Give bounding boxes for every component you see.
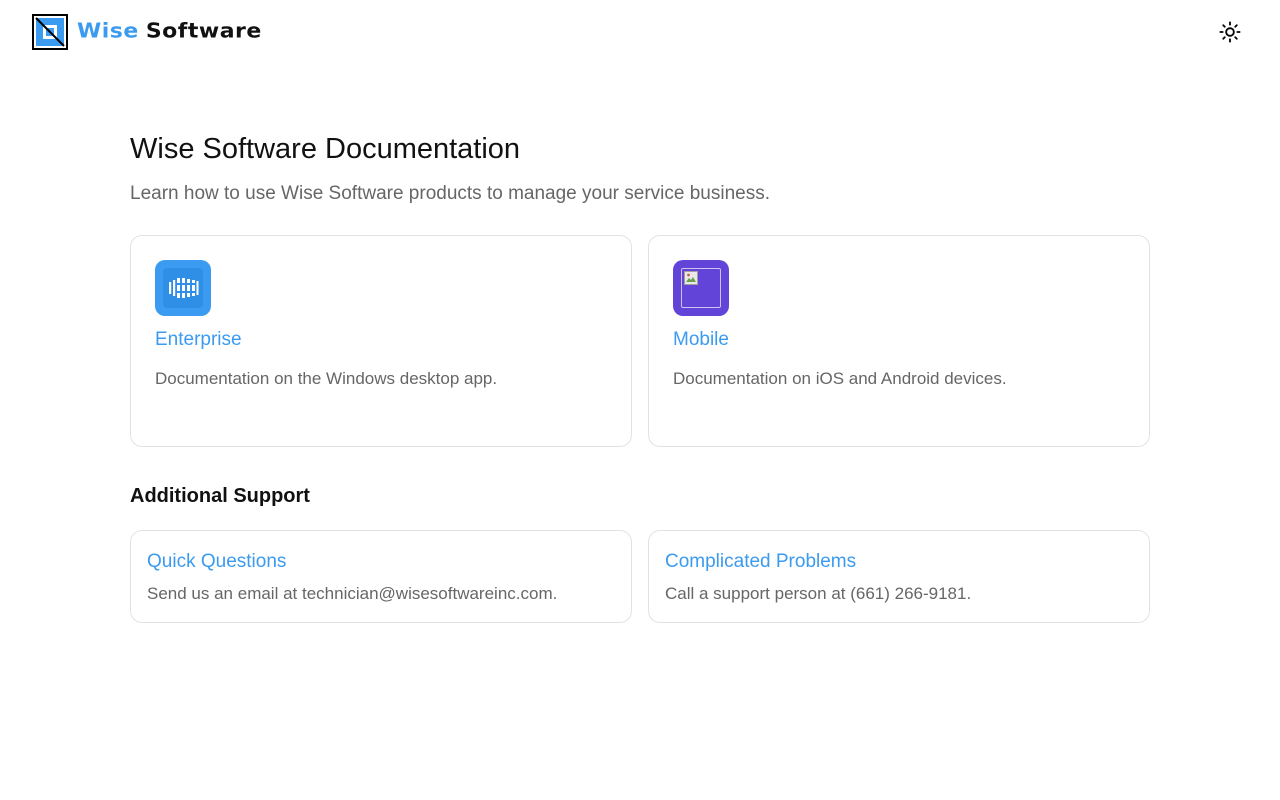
brand-name: Wise Software bbox=[77, 15, 262, 48]
quick-questions-description: Send us an email at technician@wisesoftw… bbox=[147, 584, 558, 603]
enterprise-description: Documentation on the Windows desktop app… bbox=[155, 369, 498, 388]
enterprise-app-icon bbox=[163, 268, 203, 308]
broken-image-glyph-icon bbox=[684, 271, 698, 285]
enterprise-icon-tile bbox=[155, 260, 211, 316]
brand-software: Software bbox=[145, 20, 262, 44]
page-subtitle: Learn how to use Wise Software products … bbox=[130, 183, 770, 204]
mobile-icon-tile bbox=[673, 260, 729, 316]
broken-image-icon bbox=[681, 268, 721, 308]
theme-toggle-button[interactable] bbox=[1216, 18, 1244, 46]
quick-questions-title[interactable]: Quick Questions bbox=[147, 550, 286, 574]
mobile-card[interactable]: Mobile Documentation on iOS and Android … bbox=[648, 235, 1150, 447]
site-header: Wise Software bbox=[0, 0, 1280, 64]
sun-icon bbox=[1219, 21, 1241, 43]
quick-questions-card: Quick Questions Send us an email at tech… bbox=[130, 530, 632, 623]
brand-home-link[interactable]: Wise Software bbox=[32, 14, 262, 50]
mobile-title: Mobile bbox=[673, 329, 729, 350]
complicated-problems-title[interactable]: Complicated Problems bbox=[665, 550, 856, 574]
complicated-problems-description: Call a support person at (661) 266-9181. bbox=[665, 584, 972, 603]
enterprise-title: Enterprise bbox=[155, 329, 242, 350]
mobile-description: Documentation on iOS and Android devices… bbox=[673, 369, 1007, 388]
enterprise-card[interactable]: Enterprise Documentation on the Windows … bbox=[130, 235, 632, 447]
additional-support-heading: Additional Support bbox=[130, 485, 310, 507]
complicated-problems-card: Complicated Problems Call a support pers… bbox=[648, 530, 1150, 623]
brand-wise: Wise bbox=[77, 20, 139, 44]
wise-logo-icon bbox=[32, 14, 68, 50]
page-title: Wise Software Documentation bbox=[130, 133, 521, 165]
